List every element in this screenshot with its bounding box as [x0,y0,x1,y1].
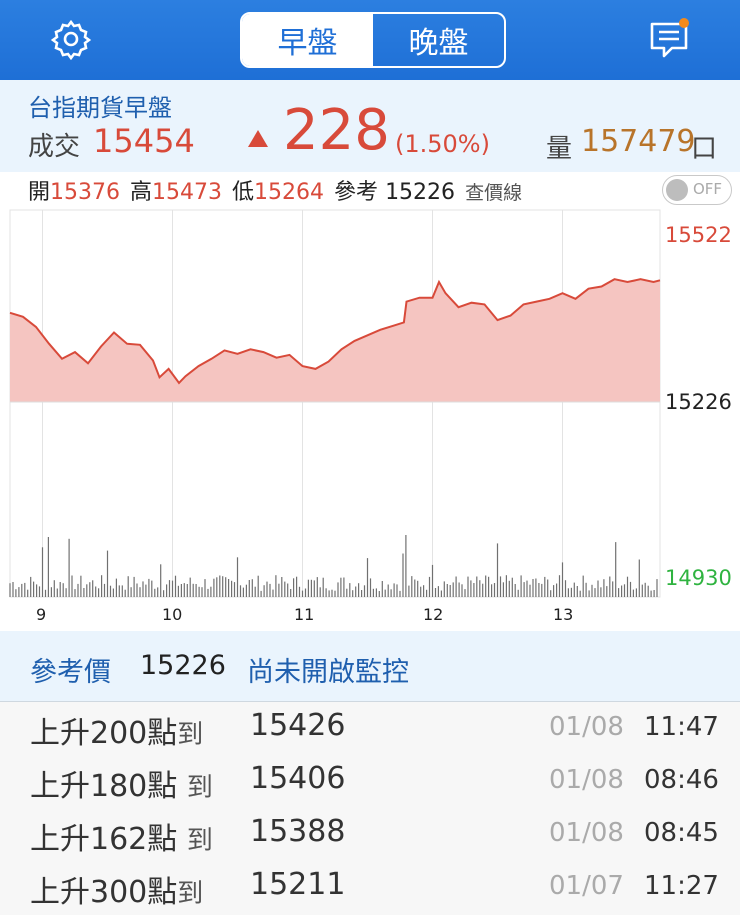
price-change-percent: (1.50%) [395,130,490,158]
tab-night[interactable]: 晚盤 [373,14,504,66]
monitor-ref-label: 參考價 [30,657,111,688]
alert-direction: 上升 [30,822,90,857]
ref-value: 15226 [385,180,456,205]
alert-price: 15388 [250,814,346,849]
list-item[interactable]: 上升180點 到 15406 01/08 08:46 [0,755,740,808]
alert-time: 08:46 [644,765,719,795]
gear-icon[interactable] [50,18,92,60]
low-label: 低 [232,180,255,205]
open-value: 15376 [50,180,121,205]
alert-time: 08:45 [644,818,719,848]
last-price: 15454 [93,122,195,160]
alert-time: 11:47 [644,712,719,742]
x-tick-13: 13 [553,605,574,624]
alert-points: 180 [90,769,148,804]
ref-label: 參考 [334,180,379,205]
y-label-top: 15522 [665,223,732,247]
intraday-chart [9,209,661,598]
alert-to: 到 [177,720,204,750]
x-tick-9: 9 [36,605,47,624]
alert-points: 200 [90,716,148,751]
alert-unit: 點 [147,822,178,857]
toggle-knob [666,179,688,201]
tab-morning[interactable]: 早盤 [242,14,373,66]
trade-label: 成交 [28,132,81,162]
up-arrow-icon [248,130,268,147]
instrument-title: 台指期貨早盤 [28,94,172,122]
x-tick-12: 12 [423,605,444,624]
ohlc-row: 開15376 高15473 低15264 參考 15226 查價線 [28,174,522,206]
alert-points: 162 [90,822,148,857]
alert-direction: 上升 [30,716,90,751]
x-tick-11: 11 [294,605,315,624]
toggle-state: OFF [693,180,723,198]
monitor-status[interactable]: 尚未開啟監控 [247,650,409,689]
alert-unit: 點 [147,875,178,910]
alert-price: 15211 [250,867,346,902]
alert-date: 01/08 [549,818,624,848]
top-bar: 早盤 晚盤 [0,0,740,80]
monitor-ref-value: 15226 [140,650,226,681]
high-value: 15473 [152,180,223,205]
list-item[interactable]: 上升200點到 15426 01/08 11:47 [0,702,740,755]
list-item[interactable]: 上升162點 到 15388 01/08 08:45 [0,808,740,861]
alert-date: 01/07 [549,871,624,901]
notification-dot [679,18,689,28]
alert-direction: 上升 [30,769,90,804]
alert-to: 到 [186,773,213,803]
monitor-bar: 參考價 15226 尚未開啟監控 [0,631,740,702]
price-line-toggle[interactable]: OFF [662,175,732,205]
open-label: 開 [28,180,51,205]
alert-direction: 上升 [30,875,90,910]
x-tick-10: 10 [162,605,183,624]
alert-price: 15426 [250,708,346,743]
session-tabs: 早盤 晚盤 [240,12,506,68]
alert-date: 01/08 [549,712,624,742]
alert-unit: 點 [147,716,178,751]
low-value: 15264 [254,180,325,205]
alert-unit: 點 [147,769,178,804]
alert-time: 11:27 [644,871,719,901]
alert-to: 到 [186,826,213,856]
volume-value: 157479 [581,124,696,159]
y-label-bottom: 14930 [665,566,732,590]
alert-price: 15406 [250,761,346,796]
volume-unit: 口 [691,134,718,164]
price-line-label: 查價線 [465,182,523,204]
volume-label: 量 [546,134,573,164]
alert-list: 上升200點到 15426 01/08 11:47 上升180點 到 15406… [0,702,740,915]
alert-points: 300 [90,875,148,910]
price-change: 228 [283,98,390,163]
high-label: 高 [130,180,153,205]
list-item[interactable]: 上升300點到 15211 01/07 11:27 [0,861,740,914]
alert-to: 到 [177,879,204,909]
alert-date: 01/08 [549,765,624,795]
y-label-ref: 15226 [665,390,732,414]
